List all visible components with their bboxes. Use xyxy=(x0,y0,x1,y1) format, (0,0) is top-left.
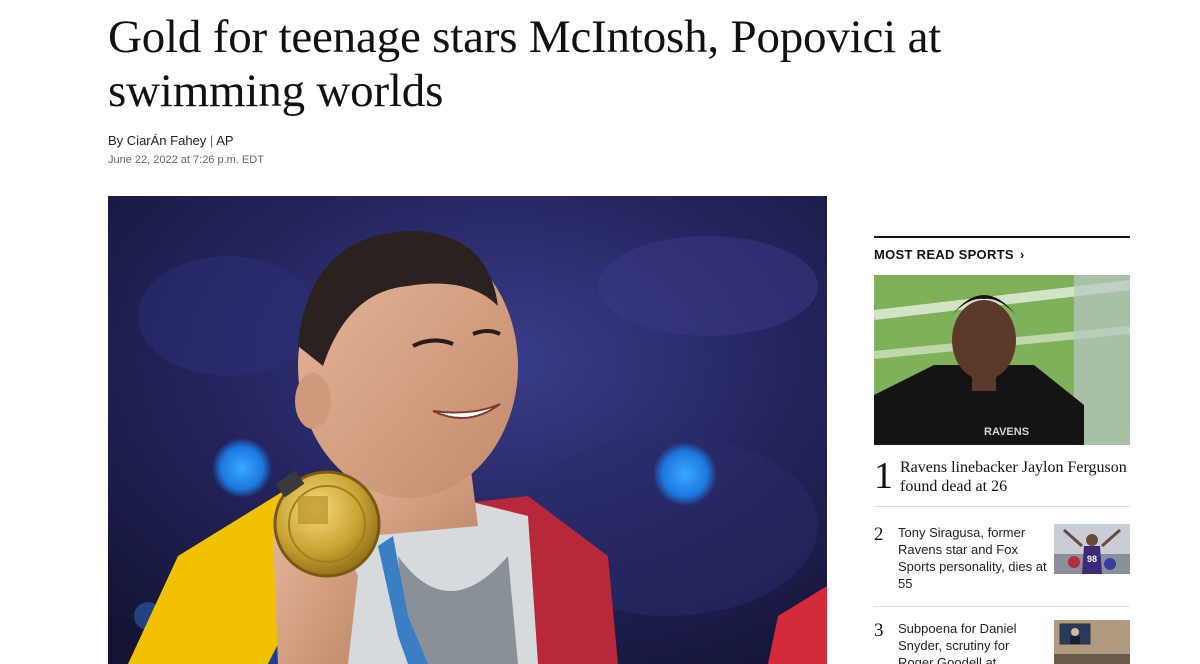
most-read-item-1[interactable]: 1 Ravens linebacker Jaylon Ferguson foun… xyxy=(874,455,1130,507)
most-read-heading[interactable]: MOST READ SPORTS › xyxy=(874,246,1130,262)
rail-top-rule xyxy=(874,236,1130,238)
most-read-item-2[interactable]: 2 Tony Siragusa, former Ravens star and … xyxy=(874,524,1130,607)
byline-prefix: By xyxy=(108,133,124,148)
item-title[interactable]: Tony Siragusa, former Ravens star and Fo… xyxy=(898,524,1048,592)
chevron-right-icon: › xyxy=(1019,246,1025,262)
most-read-heading-label: MOST READ SPORTS xyxy=(874,246,1014,262)
item-title[interactable]: Ravens linebacker Jaylon Ferguson found … xyxy=(900,458,1130,496)
most-read-item-3[interactable]: 3 Subpoena for Daniel Snyder, scrutiny f… xyxy=(874,620,1130,664)
top-story-photo[interactable]: RAVENS xyxy=(874,275,1130,445)
source-label: AP xyxy=(216,133,234,148)
svg-text:RAVENS: RAVENS xyxy=(984,426,1029,438)
author-link[interactable]: CiarÁn Fahey xyxy=(127,133,206,148)
rank-number: 1 xyxy=(874,455,893,497)
item-title[interactable]: Subpoena for Daniel Snyder, scrutiny for… xyxy=(898,620,1048,664)
svg-text:98: 98 xyxy=(1087,554,1097,564)
publish-date: June 22, 2022 at 7:26 p.m. EDT xyxy=(108,154,264,166)
item-thumbnail[interactable] xyxy=(1054,620,1130,664)
item-thumbnail[interactable]: 98 xyxy=(1054,524,1130,574)
most-read-sports: MOST READ SPORTS › xyxy=(874,236,1130,262)
byline-separator: | xyxy=(209,133,214,148)
rank-number: 2 xyxy=(874,524,884,545)
byline: By CiarÁn Fahey | AP xyxy=(108,133,234,148)
hero-image xyxy=(108,196,827,664)
article-headline: Gold for teenage stars McIntosh, Popovic… xyxy=(108,11,942,117)
rank-number: 3 xyxy=(874,620,884,641)
